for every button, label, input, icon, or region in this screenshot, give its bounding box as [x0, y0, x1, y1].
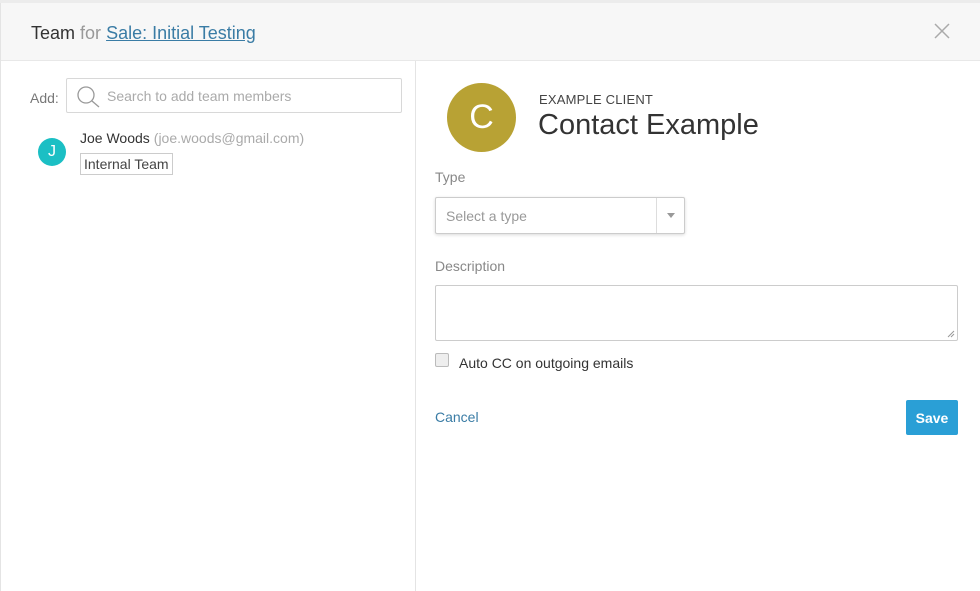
team-members-panel: Add: J Joe Woods(joe.woods@gmail.com) In… [1, 61, 416, 591]
type-select[interactable]: Select a type [435, 197, 685, 234]
client-label: EXAMPLE CLIENT [539, 92, 654, 107]
search-input[interactable] [107, 79, 387, 112]
type-select-value: Select a type [446, 208, 527, 224]
title-prefix: Team [31, 23, 76, 43]
close-icon[interactable] [933, 22, 951, 40]
chevron-down-icon [667, 213, 675, 218]
auto-cc-checkbox[interactable] [435, 353, 449, 367]
add-label: Add: [30, 90, 59, 106]
auto-cc-label: Auto CC on outgoing emails [459, 355, 634, 371]
modal-header: Team for Sale: Initial Testing [1, 3, 980, 61]
type-label: Type [435, 169, 466, 185]
contact-name: Contact Example [538, 109, 759, 141]
member-avatar: J [38, 138, 66, 166]
member-email: (joe.woods@gmail.com) [153, 130, 305, 146]
save-button[interactable]: Save [906, 400, 958, 435]
description-label: Description [435, 258, 506, 274]
member-tag[interactable]: Internal Team [80, 153, 173, 175]
search-icon [77, 86, 100, 108]
member-info: Joe Woods (joe.woods@gmail.com) [80, 130, 304, 146]
sale-link[interactable]: Sale: Initial Testing [106, 23, 256, 43]
cancel-button[interactable]: Cancel [435, 409, 479, 425]
description-textarea[interactable] [435, 285, 958, 341]
search-box[interactable] [66, 78, 402, 113]
contact-avatar: C [447, 83, 516, 152]
select-divider [656, 198, 657, 233]
title-for: for [80, 23, 102, 43]
team-modal: Team for Sale: Initial Testing Add: J Jo… [0, 3, 980, 591]
modal-title: Team for Sale: Initial Testing [31, 23, 256, 44]
resize-handle-icon[interactable] [947, 330, 955, 338]
member-name: Joe Woods [80, 130, 150, 146]
contact-panel: C EXAMPLE CLIENT Contact Example Type Se… [416, 61, 980, 591]
